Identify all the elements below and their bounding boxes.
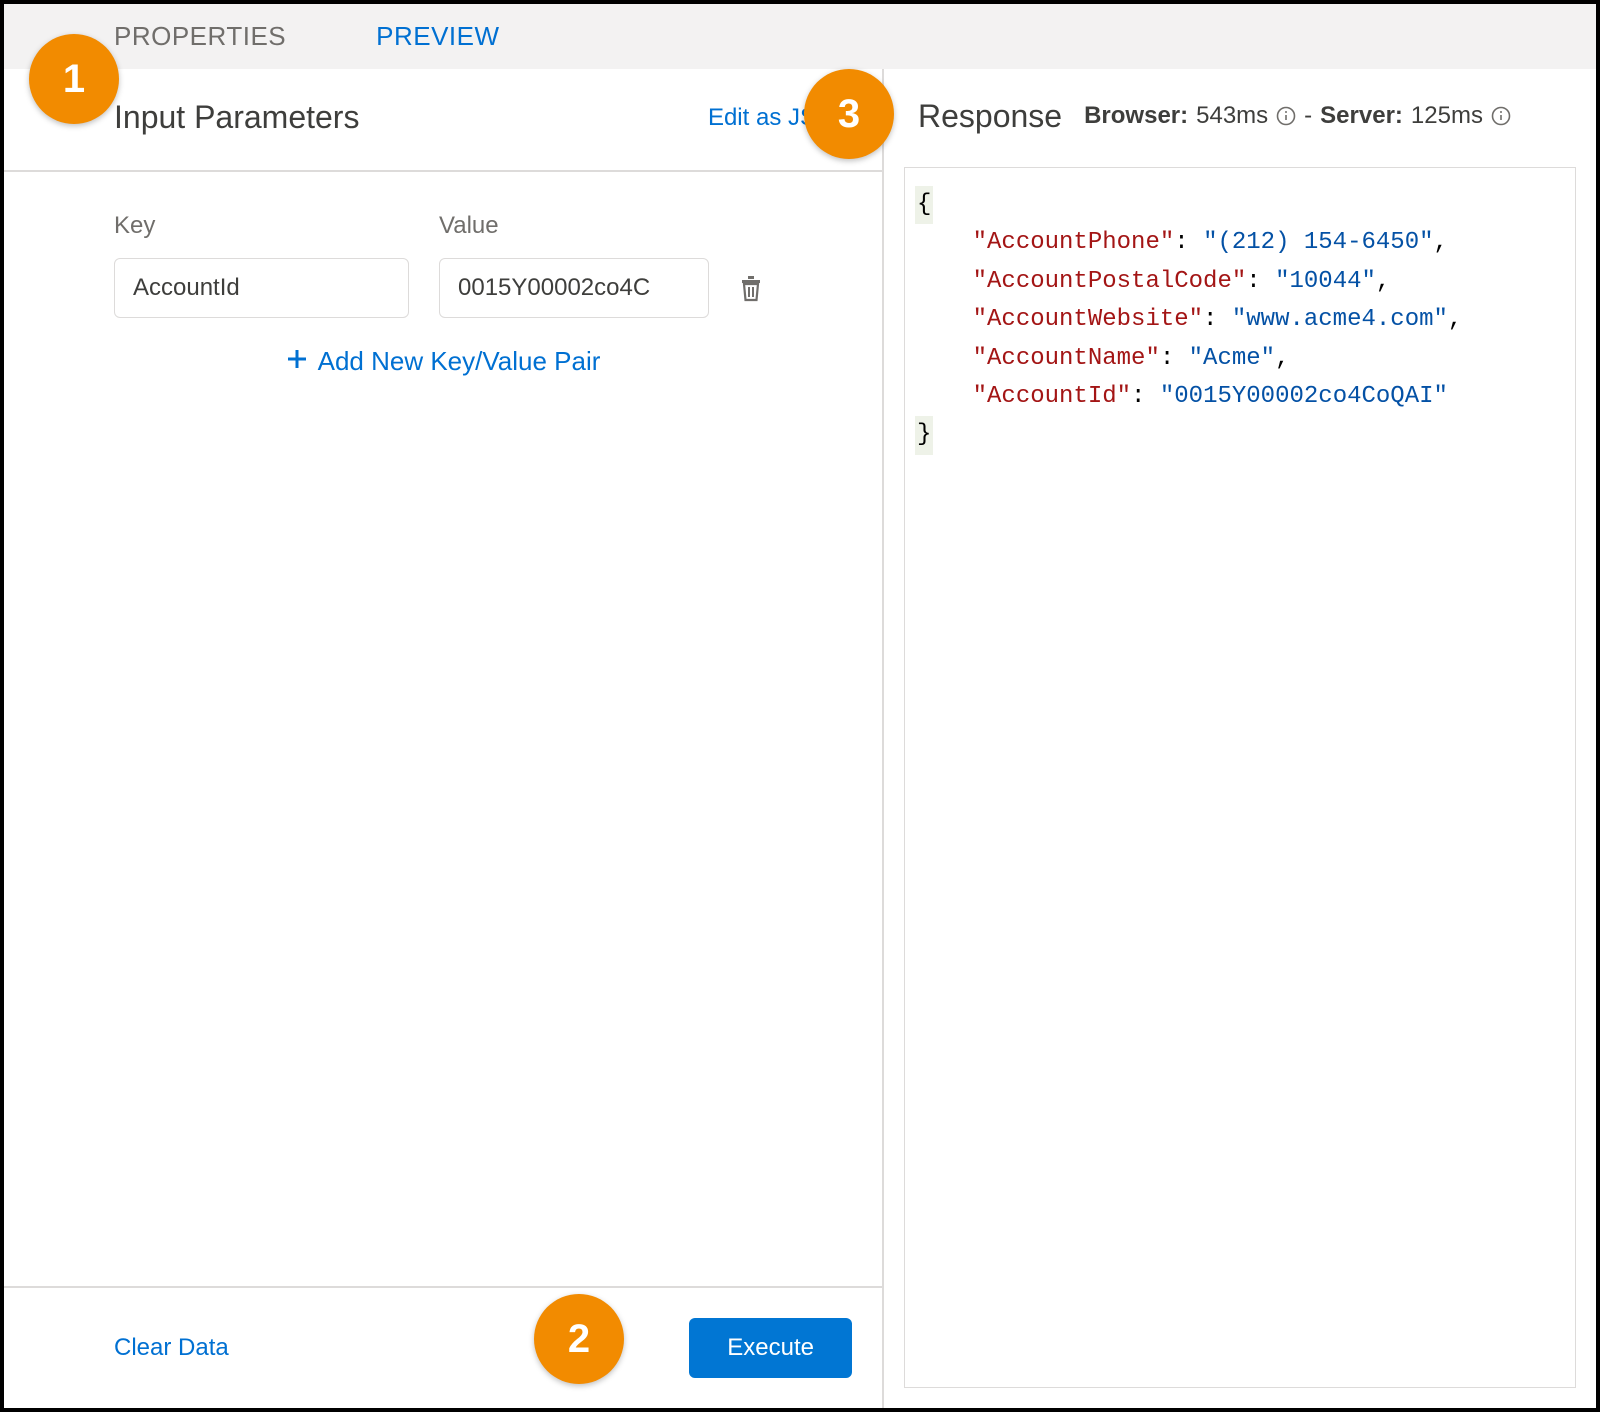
value-column-label: Value xyxy=(439,212,499,240)
timing-separator: - xyxy=(1304,102,1312,130)
tab-properties[interactable]: PROPERTIES xyxy=(114,21,286,52)
info-icon[interactable] xyxy=(1276,106,1296,126)
server-timing-label: Server: xyxy=(1320,102,1403,130)
tab-bar: PROPERTIES PREVIEW xyxy=(4,4,1596,69)
input-panel-title: Input Parameters xyxy=(114,99,359,136)
callout-badge-3: 3 xyxy=(804,69,894,159)
browser-timing-value: 543ms xyxy=(1196,102,1268,130)
param-value-input[interactable] xyxy=(439,258,709,318)
key-column-label: Key xyxy=(114,212,409,240)
timing-readout: Browser: 543ms - Server: 125ms xyxy=(1084,102,1511,130)
callout-badge-2: 2 xyxy=(534,1294,624,1384)
input-parameters-pane: Input Parameters Edit as JSON Key Value xyxy=(4,69,884,1408)
param-key-input[interactable] xyxy=(114,258,409,318)
plus-icon xyxy=(286,346,308,377)
info-icon[interactable] xyxy=(1491,106,1511,126)
input-panel-header: Input Parameters Edit as JSON xyxy=(4,69,882,172)
execute-button[interactable]: Execute xyxy=(689,1318,852,1378)
response-json-viewer[interactable]: { "AccountPhone": "(212) 154-6450", "Acc… xyxy=(904,167,1576,1388)
clear-data-link[interactable]: Clear Data xyxy=(114,1334,229,1362)
param-row xyxy=(114,258,772,318)
trash-icon[interactable] xyxy=(739,274,763,302)
browser-timing-label: Browser: xyxy=(1084,102,1188,130)
add-new-pair-label: Add New Key/Value Pair xyxy=(318,346,601,377)
callout-badge-1: 1 xyxy=(29,34,119,124)
tab-preview[interactable]: PREVIEW xyxy=(376,21,499,52)
response-pane: Response Browser: 543ms - Server: 125ms … xyxy=(884,69,1596,1408)
response-title: Response xyxy=(918,98,1062,135)
server-timing-value: 125ms xyxy=(1411,102,1483,130)
add-new-pair-link[interactable]: Add New Key/Value Pair xyxy=(286,346,601,377)
